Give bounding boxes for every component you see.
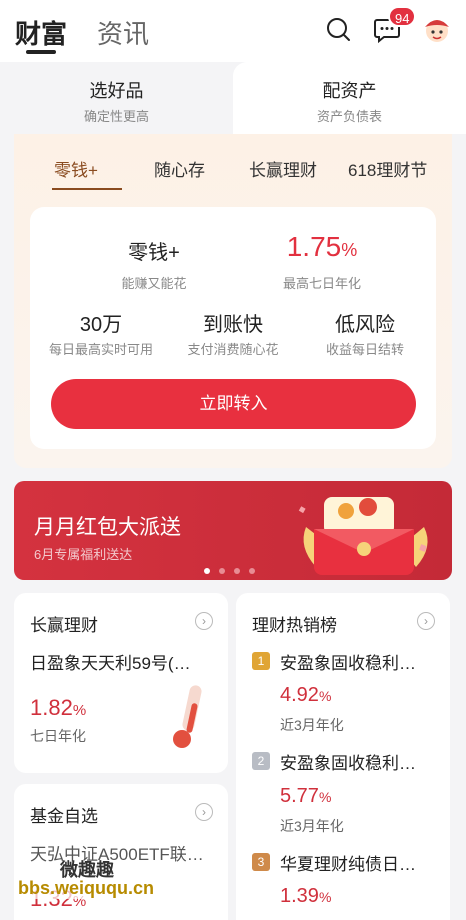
product-card[interactable]: 零钱+ 能赚又能花 1.75% 最高七日年化 30万 每日最高实时可用 到账快 …: [30, 207, 436, 449]
product-name: 天弘中证A500ETF联…: [30, 845, 204, 864]
carousel-dots: [204, 561, 264, 579]
product-tab-618[interactable]: 618理财节: [348, 156, 427, 181]
carousel-dot[interactable]: [204, 568, 210, 574]
product-panel: 零钱+ 随心存 长赢理财 618理财节 零钱+ 能赚又能花 1.75% 最高七日…: [14, 134, 452, 468]
thermometer-icon: [173, 685, 202, 748]
avatar[interactable]: [420, 12, 454, 46]
hot-item-name: 安盈象固收稳利…: [280, 654, 416, 673]
product-rate: 1.82%: [30, 695, 87, 720]
hot-sales-card: 理财热销榜 › 1 安盈象固收稳利… 4.92% 近3月年化 2 安盈象固收稳利…: [236, 593, 450, 920]
feature-title: 到账快: [203, 314, 263, 336]
fund-pick-card[interactable]: 基金自选 › 天弘中证A500ETF联… 1.32%: [14, 784, 228, 920]
carousel-dot[interactable]: [249, 568, 255, 574]
card-title: 理财热销榜: [252, 616, 337, 635]
segment-subtitle: 确定性更高: [83, 109, 149, 124]
hot-item-sub: 近3月年化: [280, 818, 344, 834]
search-icon[interactable]: [323, 14, 353, 44]
product-name: 日盈象天天利59号(…: [30, 654, 191, 673]
changying-card[interactable]: 长赢理财 › 日盈象天天利59号(… 1.82% 七日年化: [14, 593, 228, 773]
product-tab-suixincun[interactable]: 随心存: [154, 156, 205, 181]
hot-item-rate: 5.77%: [280, 785, 332, 807]
product-rate: 1.75%: [286, 231, 358, 262]
top-header: 财富 资讯 94: [0, 0, 466, 62]
banner-title: 月月红包大派送: [34, 516, 181, 539]
card-title: 长赢理财: [30, 616, 98, 635]
segment-allocate-assets[interactable]: 配资产 资产负债表: [233, 62, 466, 134]
feature-title: 低风险: [335, 314, 395, 336]
feature-sub: 收益每日结转: [325, 342, 404, 357]
hot-item-sub: 近3月年化: [280, 717, 344, 733]
product-name-sub: 能赚又能花: [121, 276, 187, 291]
rate-sub: 七日年化: [30, 728, 86, 744]
product-tab-lingqian[interactable]: 零钱+: [54, 156, 98, 181]
segment-title: 选好品: [89, 81, 144, 101]
product-tab-underline: [52, 188, 122, 190]
feature-sub: 支付消费随心花: [187, 342, 279, 357]
active-tab-underline: [26, 50, 56, 54]
tab-wealth[interactable]: 财富: [15, 14, 67, 51]
hot-item-name: 安盈象固收稳利…: [280, 754, 416, 773]
chevron-right-icon[interactable]: ›: [195, 612, 213, 630]
segment-title: 配资产: [322, 81, 377, 101]
product-rate-sub: 最高七日年化: [282, 276, 361, 291]
product-tab-changying[interactable]: 长赢理财: [249, 156, 317, 181]
chevron-right-icon[interactable]: ›: [195, 803, 213, 821]
tab-news[interactable]: 资讯: [97, 14, 149, 51]
hot-item-rate: 1.39%: [280, 885, 332, 907]
product-name: 零钱+: [128, 242, 180, 264]
banner-subtitle: 6月专属福利送达: [34, 547, 133, 562]
feature-title: 30万: [79, 314, 123, 336]
watermark-url: bbs.weiququ.cn: [18, 878, 155, 899]
rank-badge: 2: [252, 752, 270, 770]
segment-choose-products[interactable]: 选好品 确定性更高: [0, 62, 233, 134]
chevron-right-icon[interactable]: ›: [417, 612, 435, 630]
card-title: 基金自选: [30, 807, 98, 826]
hot-item-name: 华夏理财纯债日…: [280, 855, 416, 874]
rank-badge: 3: [252, 853, 270, 871]
hot-item-rate: 4.92%: [280, 684, 332, 706]
transfer-in-button[interactable]: 立即转入: [51, 379, 416, 429]
promo-banner[interactable]: 月月红包大派送 6月专属福利送达: [14, 481, 452, 580]
feature-sub: 每日最高实时可用: [48, 342, 153, 357]
red-envelope-icon: [298, 497, 428, 575]
segment-subtitle: 资产负债表: [316, 109, 382, 124]
carousel-dot[interactable]: [219, 568, 225, 574]
message-badge: 94: [388, 6, 417, 27]
carousel-dot[interactable]: [234, 568, 240, 574]
rank-badge: 1: [252, 652, 270, 670]
